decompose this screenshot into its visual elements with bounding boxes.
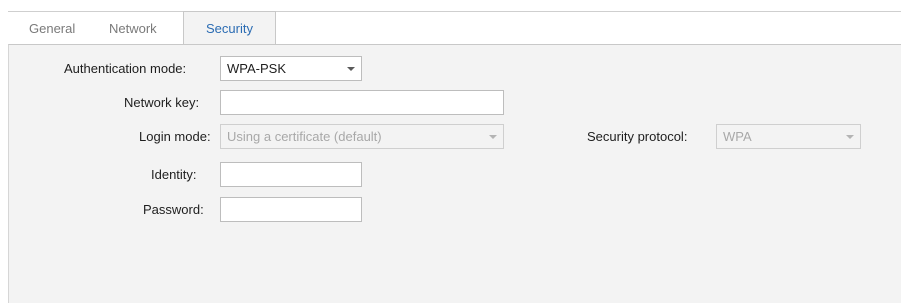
security-protocol-value: WPA <box>723 129 752 144</box>
authentication-mode-label: Authentication mode: <box>64 61 187 76</box>
network-key-input[interactable] <box>220 90 504 115</box>
network-key-label: Network key: <box>124 95 200 110</box>
chevron-down-icon <box>347 67 355 71</box>
password-label: Password: <box>143 202 204 217</box>
authentication-mode-dropdown[interactable]: WPA-PSK <box>220 56 362 81</box>
window-top-strip <box>0 0 901 11</box>
authentication-mode-value: WPA-PSK <box>227 61 286 76</box>
tab-network[interactable]: Network <box>109 12 157 46</box>
login-mode-dropdown[interactable]: Using a certificate (default) <box>220 124 504 149</box>
password-input[interactable] <box>220 197 362 222</box>
login-mode-label: Login mode: <box>139 129 211 144</box>
security-panel <box>8 44 901 303</box>
security-protocol-dropdown[interactable]: WPA <box>716 124 861 149</box>
login-mode-value: Using a certificate (default) <box>227 129 382 144</box>
chevron-down-icon <box>846 135 854 139</box>
chevron-down-icon <box>489 135 497 139</box>
identity-input[interactable] <box>220 162 362 187</box>
security-protocol-label: Security protocol: <box>587 129 688 144</box>
tab-security[interactable]: Security <box>183 11 276 46</box>
tab-bar: General Network Security <box>8 11 901 46</box>
tab-general[interactable]: General <box>29 12 75 46</box>
identity-label: Identity: <box>151 167 197 182</box>
